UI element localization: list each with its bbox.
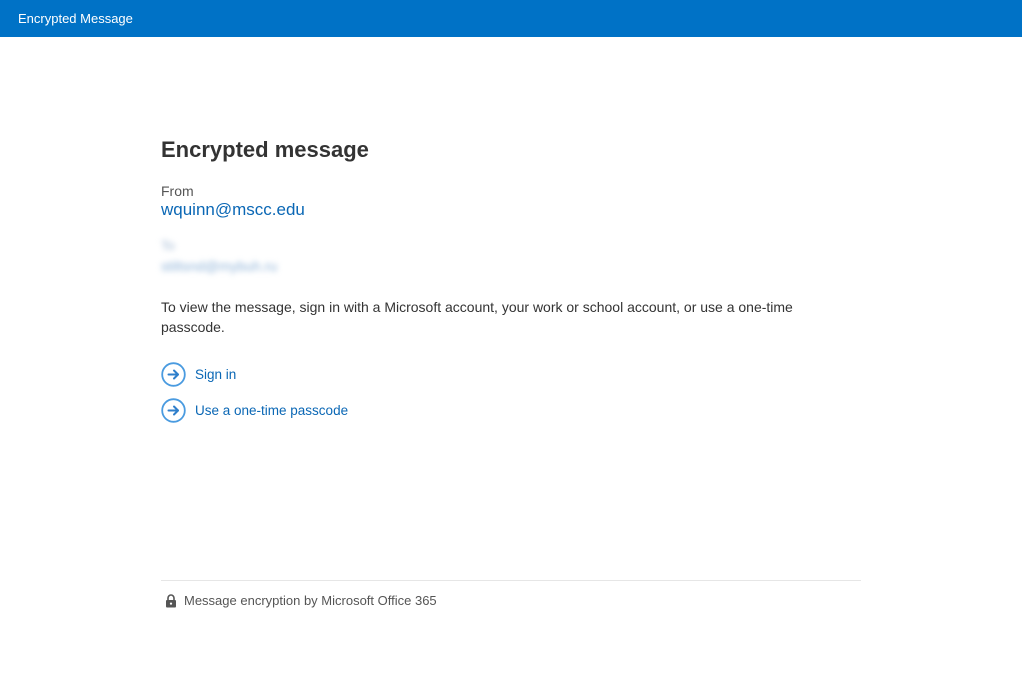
header-title: Encrypted Message xyxy=(18,11,133,26)
header-bar: Encrypted Message xyxy=(0,0,1022,37)
to-label: To xyxy=(161,238,175,253)
lock-icon xyxy=(165,593,177,608)
instruction-text: To view the message, sign in with a Micr… xyxy=(161,299,793,335)
sign-in-label: Sign in xyxy=(195,367,237,382)
page-title: Encrypted message xyxy=(161,137,369,162)
sender-email-link[interactable]: wquinn@mscc.edu xyxy=(161,200,305,220)
arrow-circle-right-icon xyxy=(161,362,186,387)
footer-divider xyxy=(161,580,861,581)
footer-text: Message encryption by Microsoft Office 3… xyxy=(184,593,437,608)
message-panel: Encrypted message From wquinn@mscc.edu T… xyxy=(161,136,861,423)
one-time-passcode-label: Use a one-time passcode xyxy=(195,403,349,418)
one-time-passcode-button[interactable]: Use a one-time passcode xyxy=(161,398,348,423)
sign-in-button[interactable]: Sign in xyxy=(161,362,236,387)
recipient-email: stiltsnd@mybuh.ru xyxy=(161,258,278,274)
footer: Message encryption by Microsoft Office 3… xyxy=(165,593,437,608)
from-label: From xyxy=(161,183,194,199)
arrow-circle-right-icon xyxy=(161,398,186,423)
